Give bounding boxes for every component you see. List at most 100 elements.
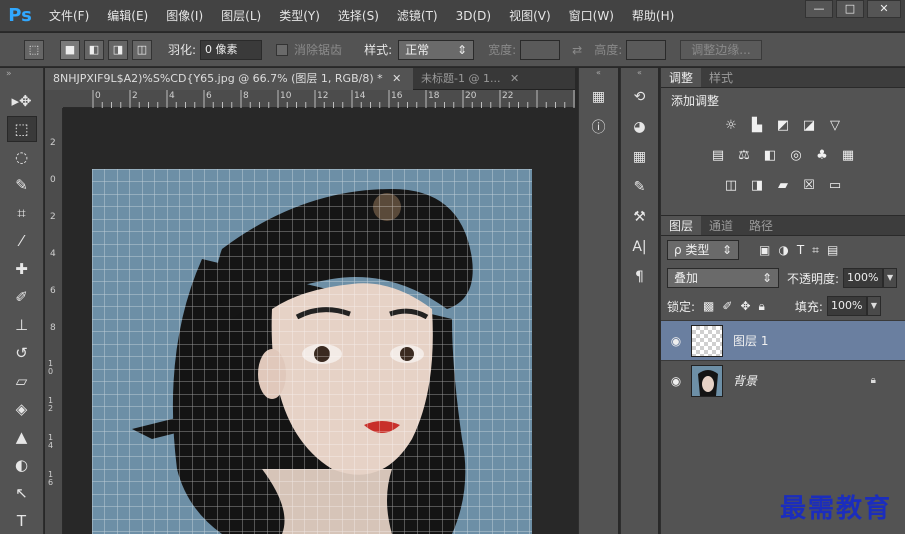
canvas-area[interactable] — [63, 108, 575, 534]
tool-preset-icon[interactable]: ⚒ — [626, 204, 654, 230]
tab-styles[interactable]: 样式 — [701, 68, 741, 87]
menu-image[interactable]: 图像(I) — [157, 0, 212, 32]
height-input[interactable] — [626, 39, 667, 60]
new-selection-icon[interactable]: ■ — [60, 39, 80, 60]
curves-icon[interactable]: ◩ — [773, 116, 793, 134]
marquee-preset-icon[interactable]: ⬚ — [24, 39, 44, 60]
blend-mode-select[interactable]: 叠加 ⇕ — [667, 268, 779, 288]
tab-document-1[interactable]: 8NHJPXIF9L$A2)%S%CD{Y65.jpg @ 66.7% (图层 … — [45, 68, 413, 90]
swap-icon[interactable]: ⇄ — [572, 43, 582, 57]
tab-channels[interactable]: 通道 — [701, 216, 741, 235]
menu-file[interactable]: 文件(F) — [40, 0, 98, 32]
gradient-map-icon[interactable]: ▭ — [825, 176, 845, 194]
crop-tool-icon[interactable]: ⌗ — [7, 200, 37, 226]
tab-adjustments[interactable]: 调整 — [661, 68, 702, 87]
lock-position-icon[interactable]: ✥ — [740, 299, 750, 313]
menu-help[interactable]: 帮助(H) — [623, 0, 683, 32]
type-tool-icon[interactable]: T — [7, 508, 37, 534]
fill-input[interactable]: 100% — [826, 296, 867, 316]
refine-edge-button[interactable]: 调整边缘... — [680, 39, 762, 60]
histogram-icon[interactable]: ▦ — [585, 84, 613, 110]
color-lookup-icon[interactable]: ▦ — [838, 146, 858, 164]
paragraph-icon[interactable]: ¶ — [626, 264, 654, 290]
feather-input[interactable]: 0 像素 — [200, 39, 263, 60]
move-tool-icon[interactable]: ▸✥ — [7, 88, 37, 114]
panel-collapse-icon[interactable]: « — [621, 68, 658, 80]
panel-collapse-icon[interactable]: » — [0, 68, 43, 88]
menu-edit[interactable]: 编辑(E) — [98, 0, 157, 32]
brightness-icon[interactable]: ☼ — [721, 116, 741, 134]
width-input[interactable] — [520, 39, 561, 60]
blur-tool-icon[interactable]: ▲ — [7, 424, 37, 450]
opacity-input[interactable]: 100% — [843, 268, 884, 288]
chevron-down-icon[interactable]: ▼ — [883, 268, 898, 288]
antialias-checkbox[interactable] — [276, 43, 289, 56]
lock-all-icon[interactable]: 🔒︎ — [759, 299, 765, 314]
lock-paint-icon[interactable]: ✐ — [722, 299, 732, 313]
style-select[interactable]: 正常 ⇕ — [398, 39, 475, 60]
lock-transparent-icon[interactable]: ▩ — [703, 299, 714, 313]
menu-layer[interactable]: 图层(L) — [212, 0, 270, 32]
tab-layers[interactable]: 图层 — [661, 216, 702, 235]
character-icon[interactable]: A| — [626, 234, 654, 260]
menu-3d[interactable]: 3D(D) — [447, 0, 500, 32]
invert-icon[interactable]: ◫ — [721, 176, 741, 194]
paint-bucket-tool-icon[interactable]: ◈ — [7, 396, 37, 422]
tab-paths[interactable]: 路径 — [741, 216, 781, 235]
intersect-selection-icon[interactable]: ◫ — [132, 39, 152, 60]
filter-pixel-icon[interactable]: ▣ — [759, 243, 770, 257]
photo-filter-icon[interactable]: ◎ — [786, 146, 806, 164]
selective-color-icon[interactable]: ☒ — [799, 176, 819, 194]
quick-select-tool-icon[interactable]: ✎ — [7, 172, 37, 198]
close-button[interactable]: ✕ — [867, 0, 901, 18]
layer-row-layer1[interactable]: ◉ 图层 1 — [661, 320, 905, 360]
eye-icon[interactable]: ◉ — [661, 334, 691, 348]
hue-saturation-icon[interactable]: ▤ — [708, 146, 728, 164]
dodge-tool-icon[interactable]: ◐ — [7, 452, 37, 478]
filter-adjust-icon[interactable]: ◑ — [778, 243, 788, 257]
path-select-tool-icon[interactable]: ↖ — [7, 480, 37, 506]
swatches-icon[interactable]: ▦ — [626, 144, 654, 170]
menu-type[interactable]: 类型(Y) — [270, 0, 329, 32]
history-brush-tool-icon[interactable]: ↺ — [7, 340, 37, 366]
chevron-down-icon[interactable]: ▼ — [866, 296, 881, 316]
marquee-tool-icon[interactable]: ⬚ — [6, 116, 37, 142]
menu-filter[interactable]: 滤镜(T) — [388, 0, 447, 32]
posterize-icon[interactable]: ◨ — [747, 176, 767, 194]
stamp-tool-icon[interactable]: ⊥ — [7, 312, 37, 338]
filter-type-icon[interactable]: T — [797, 243, 804, 257]
panel-collapse-icon[interactable]: « — [579, 68, 618, 80]
channel-mixer-icon[interactable]: ♣ — [812, 146, 832, 164]
tab-close-icon[interactable]: ✕ — [392, 72, 401, 85]
tab-document-2[interactable]: 未标题-1 @ 1... ✕ — [413, 68, 533, 90]
black-white-icon[interactable]: ◧ — [760, 146, 780, 164]
eyedropper-tool-icon[interactable]: ⁄ — [7, 228, 37, 254]
subtract-selection-icon[interactable]: ◨ — [108, 39, 128, 60]
brush-preset-icon[interactable]: ✎ — [626, 174, 654, 200]
brush-tool-icon[interactable]: ✐ — [7, 284, 37, 310]
menu-view[interactable]: 视图(V) — [500, 0, 560, 32]
filter-smart-icon[interactable]: ▤ — [827, 243, 838, 257]
tab-close-icon[interactable]: ✕ — [510, 72, 519, 85]
layer-filter-select[interactable]: ρ 类型 ⇕ — [667, 240, 739, 260]
vibrance-icon[interactable]: ▽ — [825, 116, 845, 134]
minimize-button[interactable]: — — [805, 0, 833, 18]
layer-row-background[interactable]: ◉ 背景 🔒︎ — [661, 360, 905, 400]
eraser-tool-icon[interactable]: ▱ — [7, 368, 37, 394]
levels-icon[interactable]: ▙ — [747, 116, 767, 134]
menu-window[interactable]: 窗口(W) — [560, 0, 623, 32]
color-balance-icon[interactable]: ⚖ — [734, 146, 754, 164]
filter-shape-icon[interactable]: ⌗ — [812, 243, 819, 258]
exposure-icon[interactable]: ◪ — [799, 116, 819, 134]
lasso-tool-icon[interactable]: ◌ — [7, 144, 37, 170]
color-icon[interactable]: ◕ — [626, 114, 654, 140]
info-icon[interactable]: ⓘ — [585, 114, 613, 140]
eye-icon[interactable]: ◉ — [661, 374, 691, 388]
menu-select[interactable]: 选择(S) — [329, 0, 388, 32]
history-icon[interactable]: ⟲ — [626, 84, 654, 110]
maximize-button[interactable]: □ — [836, 0, 864, 18]
add-selection-icon[interactable]: ◧ — [84, 39, 104, 60]
threshold-icon[interactable]: ▰ — [773, 176, 793, 194]
canvas-artwork[interactable] — [92, 169, 532, 534]
healing-brush-tool-icon[interactable]: ✚ — [7, 256, 37, 282]
